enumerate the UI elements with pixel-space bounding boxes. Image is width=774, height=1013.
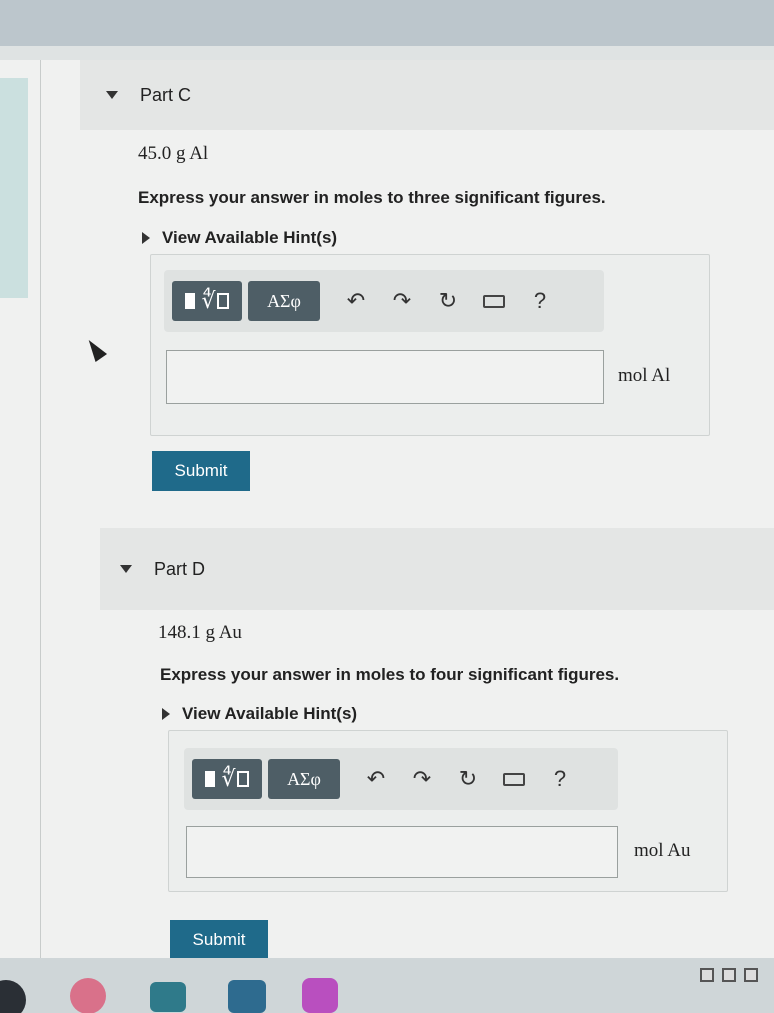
part-c-given-value: 45.0 g Al bbox=[138, 143, 209, 164]
part-c-label: Part C bbox=[140, 84, 192, 105]
undo-icon[interactable]: ↶ bbox=[336, 281, 376, 321]
reset-icon[interactable]: ↻ bbox=[428, 281, 468, 321]
part-c-submit-button[interactable]: Submit bbox=[152, 451, 250, 491]
greek-symbols-button[interactable]: ΑΣφ bbox=[268, 759, 340, 799]
math-templates-icon bbox=[185, 293, 196, 309]
part-c-math-toolbar: ∜ ΑΣφ ↶ ↷ ↻ ? bbox=[164, 270, 604, 332]
top-divider bbox=[0, 46, 774, 60]
part-c-hint-label[interactable]: View Available Hint(s) bbox=[162, 228, 337, 248]
redo-icon[interactable]: ↷ bbox=[382, 281, 422, 321]
templates-button[interactable]: ∜ bbox=[192, 759, 262, 799]
part-d-submit-button[interactable]: Submit bbox=[170, 920, 268, 960]
app-calendar-icon[interactable] bbox=[150, 982, 186, 1012]
browser-top-bar bbox=[0, 0, 774, 46]
tray-icon[interactable] bbox=[722, 968, 736, 982]
part-c-hint-toggle[interactable]: View Available Hint(s) bbox=[142, 228, 337, 248]
keyboard-icon bbox=[483, 294, 505, 308]
app-folder-icon[interactable] bbox=[228, 980, 266, 1013]
part-d-instruction: Express your answer in moles to four sig… bbox=[160, 665, 620, 684]
math-templates-icon bbox=[205, 771, 216, 787]
greek-symbols-button[interactable]: ΑΣφ bbox=[248, 281, 320, 321]
part-c-header[interactable]: Part C bbox=[80, 60, 774, 130]
mouse-cursor-icon bbox=[82, 335, 108, 363]
part-d-header[interactable]: Part D bbox=[100, 528, 774, 610]
collapse-caret-icon[interactable] bbox=[106, 91, 118, 99]
tray-icon[interactable] bbox=[700, 968, 714, 982]
part-c-answer-input[interactable] bbox=[166, 350, 604, 404]
part-d-hint-label[interactable]: View Available Hint(s) bbox=[182, 704, 357, 724]
os-taskbar bbox=[0, 958, 774, 1013]
keyboard-button[interactable] bbox=[494, 759, 534, 799]
undo-icon[interactable]: ↶ bbox=[356, 759, 396, 799]
app-add-icon[interactable] bbox=[302, 978, 338, 1013]
help-icon[interactable]: ? bbox=[520, 281, 560, 321]
app-pink-icon[interactable] bbox=[70, 978, 106, 1013]
part-d-unit-label: mol Au bbox=[634, 840, 691, 861]
part-d-given-value: 148.1 g Au bbox=[158, 622, 242, 643]
part-d-answer-input[interactable] bbox=[186, 826, 618, 878]
part-d-label: Part D bbox=[154, 558, 206, 579]
expand-triangle-icon bbox=[162, 708, 170, 720]
tray-icon[interactable] bbox=[744, 968, 758, 982]
help-icon[interactable]: ? bbox=[540, 759, 580, 799]
collapse-caret-icon[interactable] bbox=[120, 565, 132, 573]
left-rail-divider bbox=[40, 60, 41, 960]
keyboard-button[interactable] bbox=[474, 281, 514, 321]
part-c-unit-label: mol Al bbox=[618, 365, 671, 386]
expand-triangle-icon bbox=[142, 232, 150, 244]
reset-icon[interactable]: ↻ bbox=[448, 759, 488, 799]
redo-icon[interactable]: ↷ bbox=[402, 759, 442, 799]
part-d-hint-toggle[interactable]: View Available Hint(s) bbox=[162, 704, 357, 724]
keyboard-icon bbox=[503, 772, 525, 786]
part-c-instruction: Express your answer in moles to three si… bbox=[138, 188, 606, 207]
templates-button[interactable]: ∜ bbox=[172, 281, 242, 321]
left-accent-strip bbox=[0, 78, 28, 298]
part-d-math-toolbar: ∜ ΑΣφ ↶ ↷ ↻ ? bbox=[184, 748, 618, 810]
